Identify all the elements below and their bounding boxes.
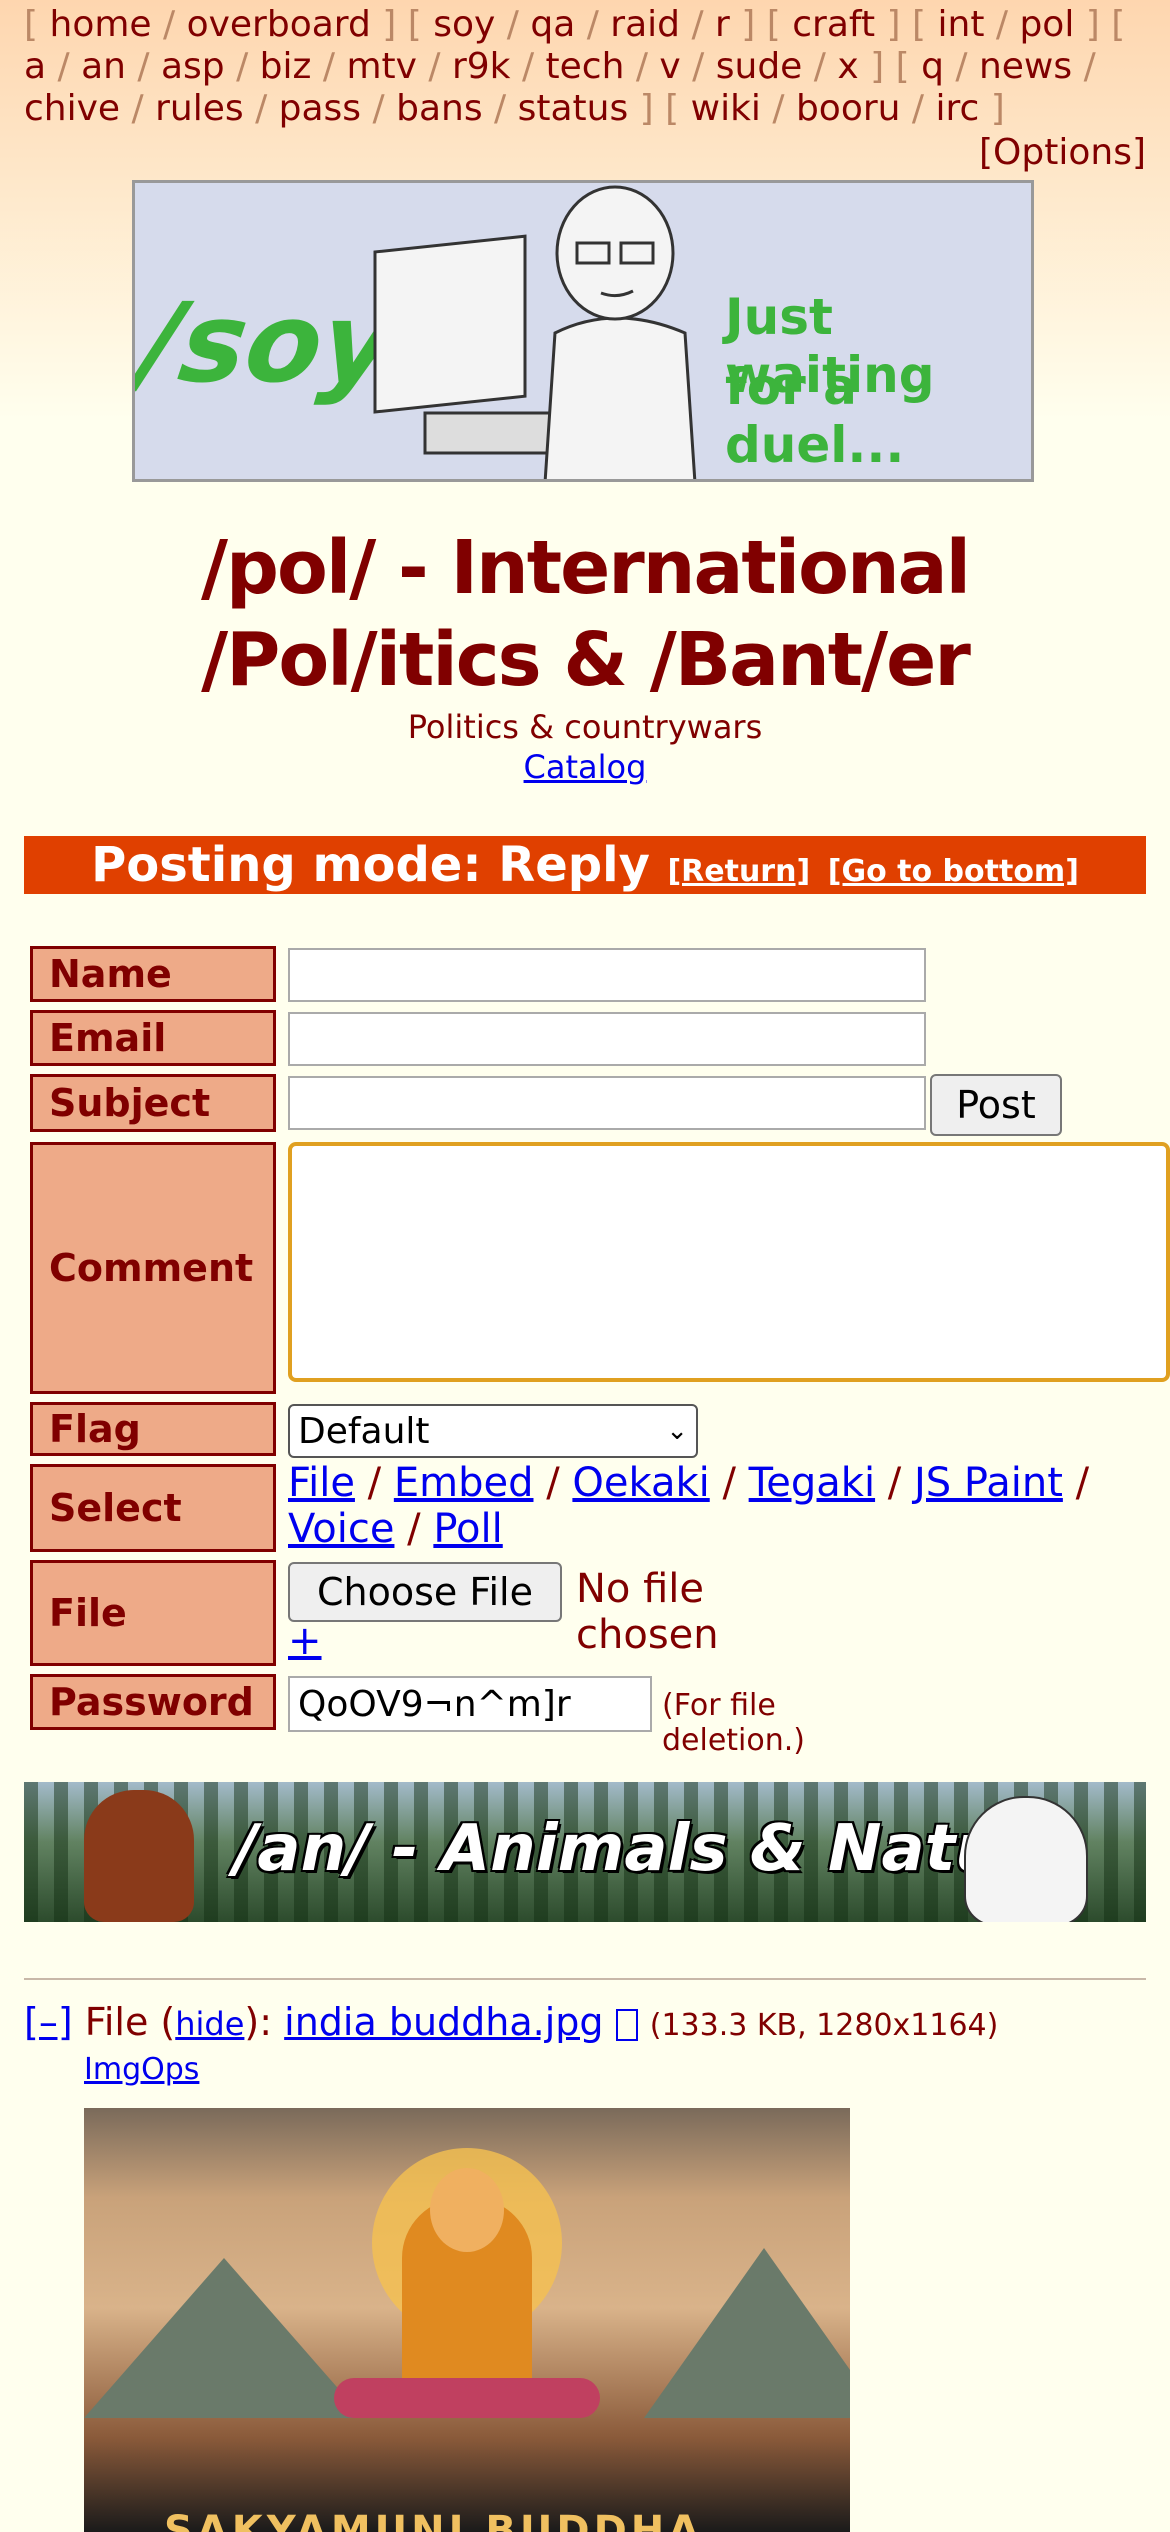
lotus-flowers: [334, 2378, 600, 2418]
board-link-pass[interactable]: pass: [279, 88, 361, 129]
external-link-icon[interactable]: [615, 2008, 638, 2041]
board-link-int[interactable]: int: [938, 4, 985, 45]
board-link-home[interactable]: home: [50, 4, 152, 45]
mountain-shape: [84, 2258, 364, 2418]
name-label: Name: [30, 946, 276, 1002]
board-link-news[interactable]: news: [979, 46, 1072, 87]
subject-label: Subject: [30, 1074, 276, 1132]
password-label: Password: [30, 1674, 276, 1730]
board-link-craft[interactable]: craft: [792, 4, 875, 45]
post-image[interactable]: SAKYAMUNI BUDDHA GAME: [84, 2108, 850, 2532]
board-link-qa[interactable]: qa: [530, 4, 575, 45]
file-mid: ):: [244, 2000, 273, 2044]
board-link-asp[interactable]: asp: [161, 46, 225, 87]
choose-file-button[interactable]: Choose File: [288, 1562, 562, 1622]
posting-mode-bar: Posting mode: Reply [Return] [Go to bott…: [24, 836, 1146, 894]
board-link-mtv[interactable]: mtv: [346, 46, 417, 87]
email-label: Email: [30, 1010, 276, 1066]
chevron-down-icon: ⌄: [666, 1416, 688, 1446]
password-note: (For file deletion.): [662, 1688, 805, 1758]
select-poll-link[interactable]: Poll: [433, 1506, 502, 1552]
board-list: [ home / overboard ] [ soy / qa / raid /…: [24, 4, 1126, 129]
select-embed-link[interactable]: Embed: [394, 1460, 534, 1506]
board-subtitle: Politics & countrywars: [407, 708, 763, 746]
image-caption: SAKYAMUNI BUDDHA GAME: [164, 2508, 704, 2532]
select-tegaki-link[interactable]: Tegaki: [749, 1460, 875, 1506]
board-link-status[interactable]: status: [518, 88, 629, 129]
board-link-bans[interactable]: bans: [396, 88, 482, 129]
board-link-booru[interactable]: booru: [796, 88, 901, 129]
go-bottom-link[interactable]: [Go to bottom]: [828, 854, 1079, 889]
divider: [24, 1978, 1146, 1980]
board-link-tech[interactable]: tech: [546, 46, 625, 87]
select-oekaki-link[interactable]: Oekaki: [572, 1460, 709, 1506]
board-link-overboard[interactable]: overboard: [187, 4, 371, 45]
board-link-raid[interactable]: raid: [610, 4, 680, 45]
board-link-x[interactable]: x: [837, 46, 858, 87]
post-file-info: [–] File (hide): india buddha.jpg (133.3…: [24, 2000, 998, 2044]
board-title: /pol/ - International /Pol/itics & /Bant…: [201, 525, 971, 703]
an-board-banner[interactable]: /an/ - Animals & Nature: [24, 1782, 1146, 1922]
name-field[interactable]: [288, 948, 926, 1002]
banner-caption-line2: for a duel...: [725, 358, 905, 474]
password-field[interactable]: [288, 1676, 652, 1732]
flag-select[interactable]: Default ⌄: [288, 1404, 698, 1458]
return-link[interactable]: [Return]: [667, 854, 810, 889]
select-options: File / Embed / Oekaki / Tegaki / JS Pain…: [288, 1460, 1090, 1552]
options-link[interactable]: [Options]: [979, 132, 1146, 173]
mountain-shape: [644, 2248, 850, 2418]
collapse-post-button[interactable]: [–]: [24, 2000, 73, 2044]
file-name-link[interactable]: india buddha.jpg: [284, 2000, 603, 2044]
file-label: File: [30, 1560, 276, 1666]
flag-label: Flag: [30, 1402, 276, 1456]
file-prefix: File (: [84, 2000, 176, 2044]
board-link-irc[interactable]: irc: [936, 88, 980, 129]
squirrel-illustration: [84, 1790, 194, 1922]
an-banner-text: /an/ - Animals & Nature: [234, 1812, 1076, 1886]
imgops-link[interactable]: ImgOps: [84, 2052, 199, 2087]
board-link-a[interactable]: a: [24, 46, 46, 87]
board-link-sude[interactable]: sude: [716, 46, 803, 87]
bird-illustration: [964, 1796, 1088, 1922]
select-voice-link[interactable]: Voice: [288, 1506, 394, 1552]
comment-textarea[interactable]: [288, 1142, 1170, 1382]
board-link-pol[interactable]: pol: [1019, 4, 1074, 45]
no-file-text: No file chosen: [576, 1566, 719, 1658]
board-link-wiki[interactable]: wiki: [691, 88, 761, 129]
board-link-r[interactable]: r: [715, 4, 730, 45]
board-link-soy[interactable]: soy: [433, 4, 495, 45]
file-meta: (133.3 KB, 1280x1164): [649, 2008, 999, 2043]
board-link-chive[interactable]: chive: [24, 88, 120, 129]
email-field[interactable]: [288, 1012, 926, 1066]
board-link-an[interactable]: an: [81, 46, 126, 87]
board-link-q[interactable]: q: [921, 46, 944, 87]
posting-mode-label: Posting mode: Reply: [91, 837, 650, 893]
wojak-illustration: [373, 185, 697, 479]
board-banner[interactable]: /soy/ Just waiting for a duel...: [132, 180, 1034, 482]
comment-label: Comment: [30, 1142, 276, 1394]
subject-field[interactable]: [288, 1076, 926, 1130]
buddha-head: [430, 2168, 504, 2252]
flag-select-value: Default: [298, 1410, 430, 1452]
hide-file-link[interactable]: hide: [175, 2005, 244, 2043]
select-file-link[interactable]: File: [288, 1460, 355, 1506]
catalog-link[interactable]: Catalog: [524, 748, 647, 786]
add-file-link[interactable]: +: [288, 1618, 322, 1664]
board-link-v[interactable]: v: [659, 46, 680, 87]
board-link-rules[interactable]: rules: [155, 88, 244, 129]
select-label: Select: [30, 1464, 276, 1552]
select-jspaint-link[interactable]: JS Paint: [914, 1460, 1063, 1506]
board-link-r9k[interactable]: r9k: [452, 46, 511, 87]
post-button[interactable]: Post: [930, 1074, 1062, 1136]
board-link-biz[interactable]: biz: [260, 46, 312, 87]
